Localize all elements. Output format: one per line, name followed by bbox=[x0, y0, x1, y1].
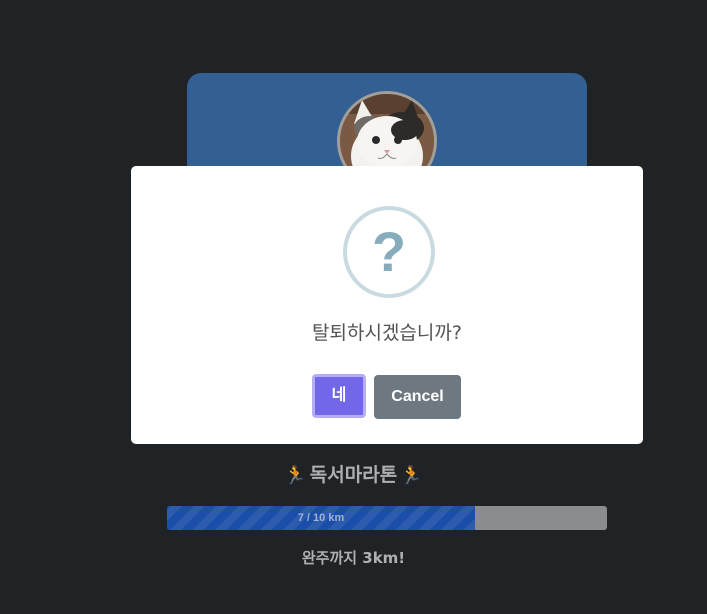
question-icon: ? bbox=[343, 206, 435, 298]
confirm-dialog: ? 탈퇴하시겠습니까? 네 Cancel bbox=[131, 166, 643, 444]
runner-icon: 🏃 bbox=[400, 465, 423, 486]
confirm-button[interactable]: 네 bbox=[312, 374, 366, 418]
runner-icon: 🏃 bbox=[284, 465, 307, 486]
progress-fill: 7 / 10 km bbox=[167, 506, 475, 530]
cancel-button[interactable]: Cancel bbox=[374, 375, 461, 419]
progress-bar: 7 / 10 km bbox=[167, 506, 607, 530]
progress-label: 7 / 10 km bbox=[297, 512, 345, 524]
page: ? 탈퇴하시겠습니까? 네 Cancel 🏃 독서마라톤 🏃 7 / 10 km 완… bbox=[0, 0, 707, 614]
dialog-title: 탈퇴하시겠습니까? bbox=[312, 322, 462, 344]
marathon-title: 독서마라톤 bbox=[309, 464, 398, 486]
remaining-text: 완주까지 3km! bbox=[301, 549, 406, 567]
marathon-title-row: 🏃 독서마라톤 🏃 bbox=[0, 460, 707, 487]
